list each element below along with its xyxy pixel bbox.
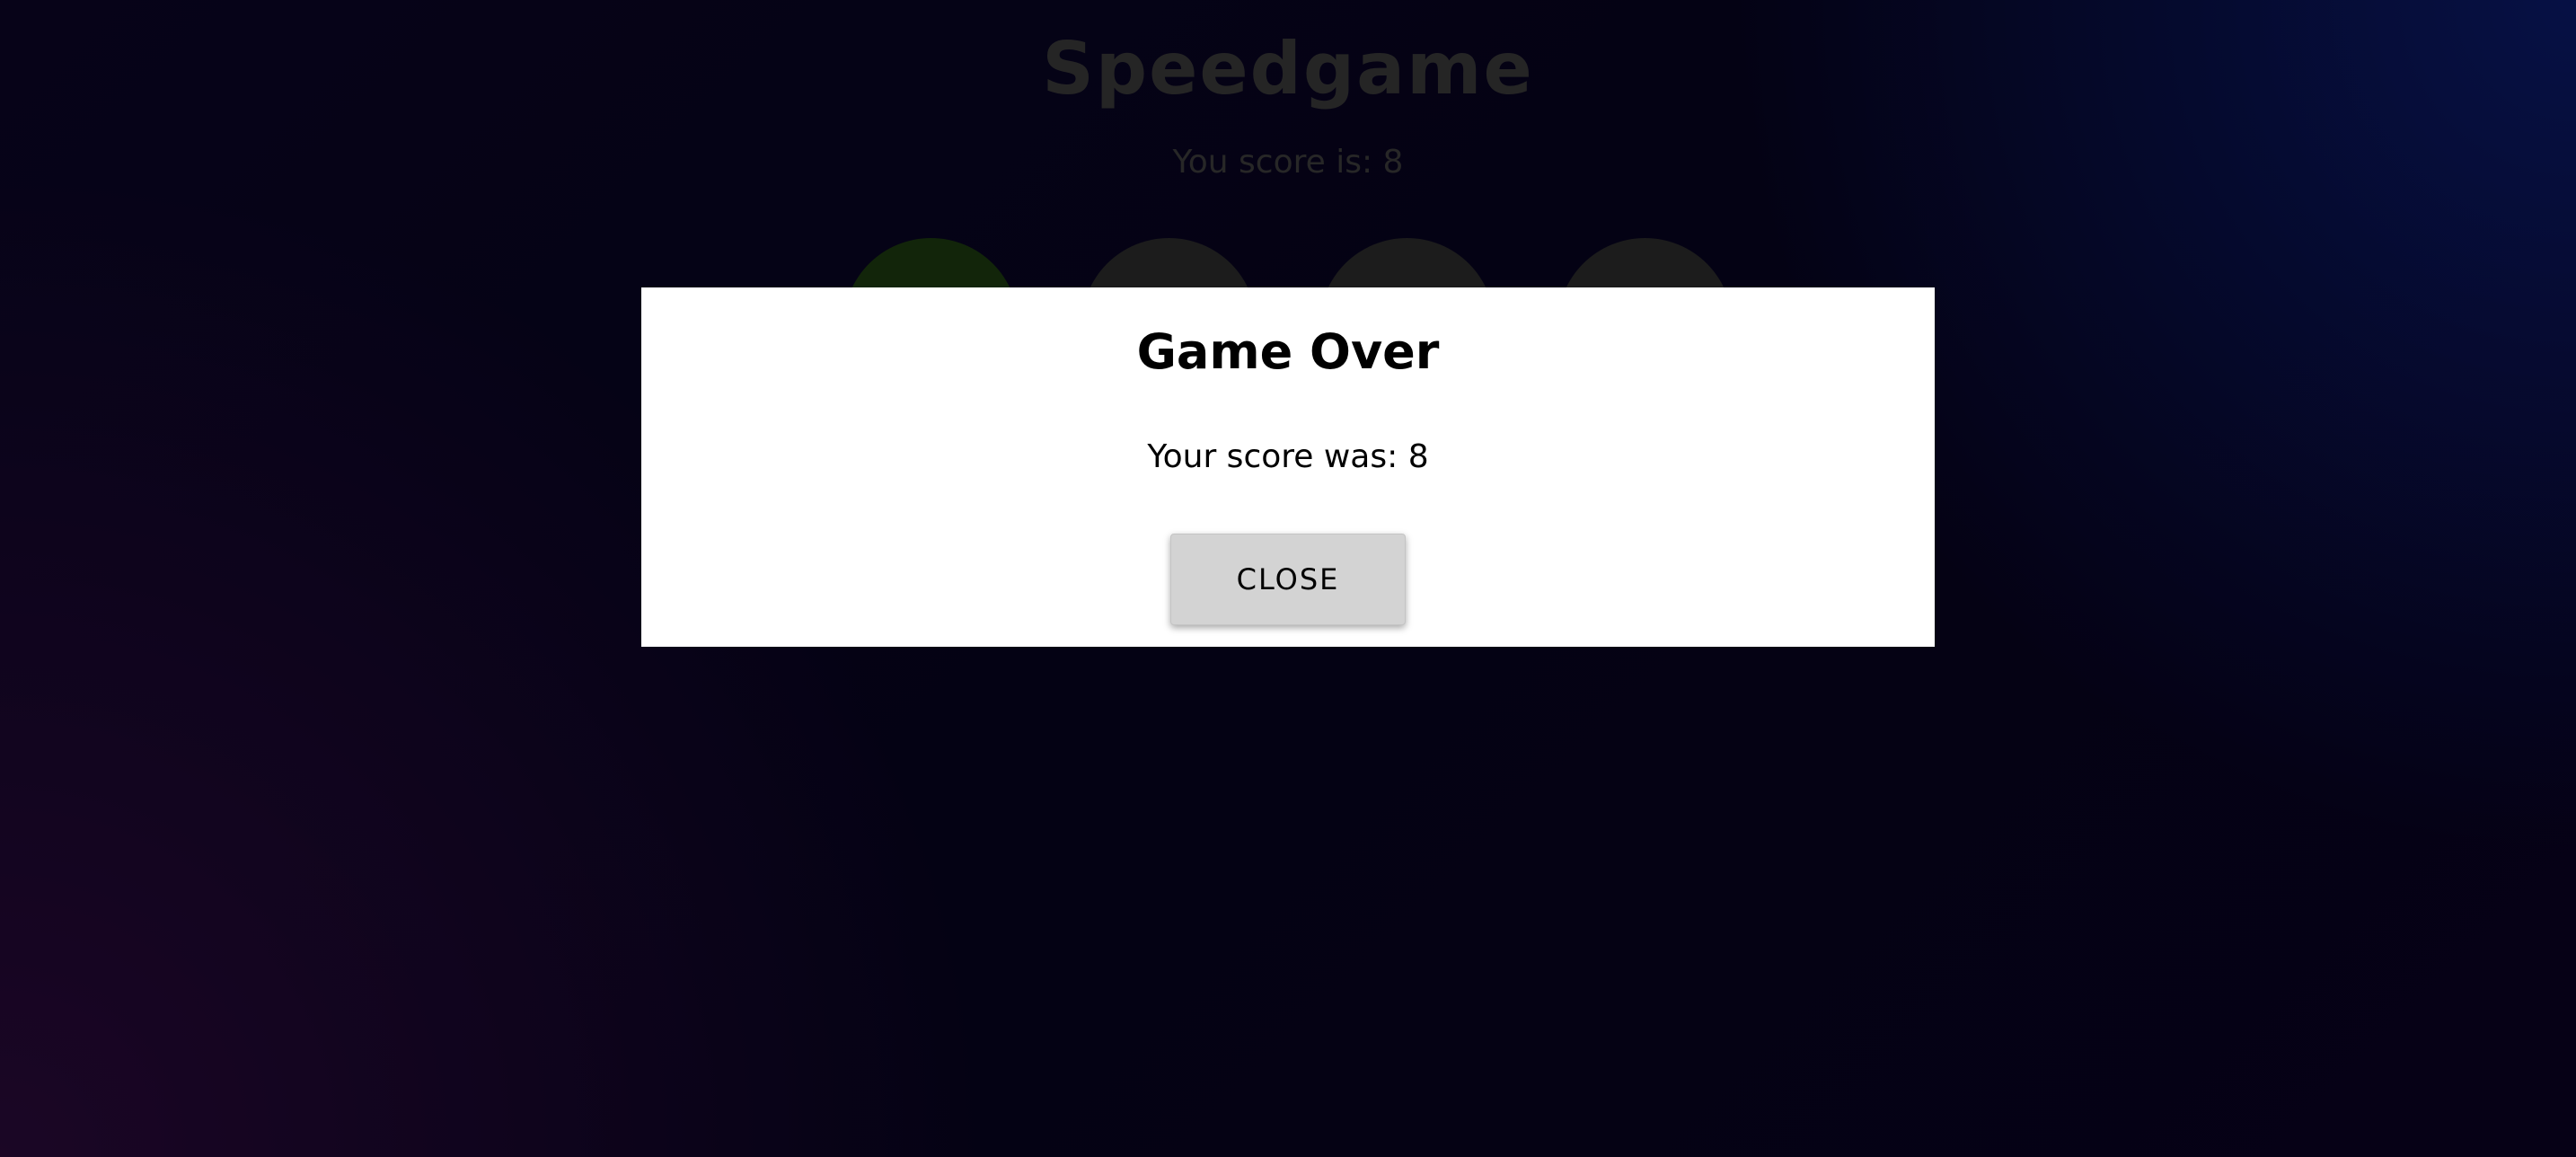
close-button[interactable]: CLOSE — [1170, 534, 1406, 625]
modal-title: Game Over — [1136, 323, 1440, 380]
game-over-modal: Game Over Your score was: 8 CLOSE — [641, 287, 1935, 647]
final-score-text: Your score was: 8 — [1147, 438, 1429, 475]
